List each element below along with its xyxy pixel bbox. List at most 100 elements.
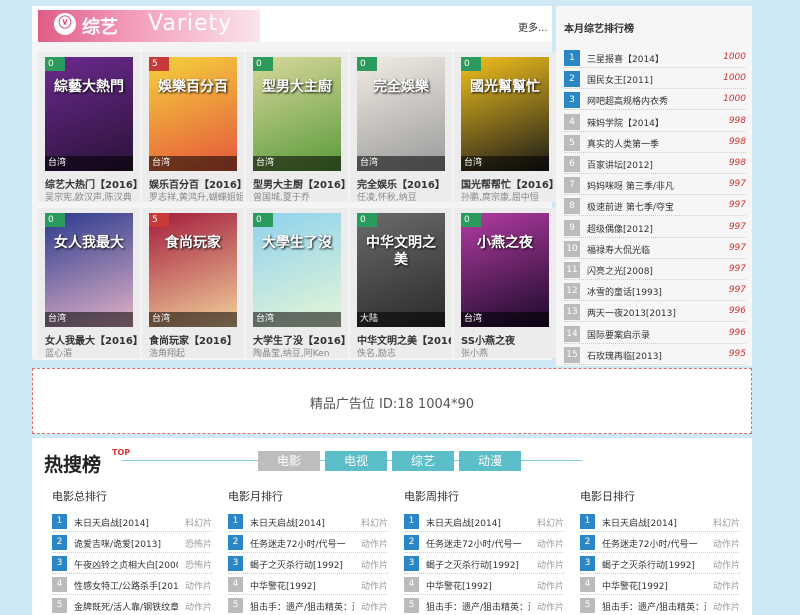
hot-item[interactable]: 3 蝎子之灭杀行动[1992] 动作片 [404, 554, 564, 574]
variety-card[interactable]: 大學生了沒 0 台湾 大学生了没【2016】 陶晶莹,纳豆,阿Ken [246, 208, 348, 359]
hot-item[interactable]: 4 性感女特工/公路杀手[2011] 动作片 [52, 575, 212, 595]
rank-name[interactable]: 妈妈咪呀 第三季/非凡 [587, 179, 707, 192]
rank-name[interactable]: 福禄寿大侃光临 [587, 243, 707, 256]
hot-item[interactable]: 4 中华警花[1992] 动作片 [404, 575, 564, 595]
hot-item-title[interactable]: 诡爱吉咪/诡爱[2013] [74, 537, 178, 550]
hot-item[interactable]: 1 末日天启战[2014] 科幻片 [228, 512, 388, 532]
hot-item-title[interactable]: 末日天启战[2014] [426, 516, 530, 529]
hot-item[interactable]: 5 狙击手：遗产/狙击精英：遗 动作片 [228, 596, 388, 615]
ranking-item[interactable]: 5 真实的人类第一季 998 [564, 133, 746, 153]
hot-item-title[interactable]: 蝎子之灭杀行动[1992] [250, 558, 354, 571]
ranking-item[interactable]: 13 两天一夜2013[2013] 996 [564, 302, 746, 323]
hot-item[interactable]: 1 末日天启战[2014] 科幻片 [404, 512, 564, 532]
hot-item[interactable]: 2 任务迷走72小时/代号一 动作片 [404, 533, 564, 553]
rank-name[interactable]: 网吧超高规格内衣秀 [587, 94, 707, 107]
rank-name[interactable]: 超级偶像[2012] [587, 222, 707, 235]
card-title[interactable]: 完全娱乐【2016】 [357, 176, 451, 191]
card-title[interactable]: 女人我最大【2016】 [45, 332, 139, 347]
poster-image[interactable]: 綜藝大熱門 0 台湾 [45, 57, 133, 171]
rank-name[interactable]: 三星报喜【2014】 [587, 52, 707, 65]
variety-card[interactable]: 型男大主廚 0 台湾 型男大主厨【2016】 曾国城,夏于乔 [246, 52, 348, 203]
rank-name[interactable]: 两天一夜2013[2013] [587, 306, 707, 319]
tab-tv[interactable]: 电视 [325, 451, 387, 471]
hot-item[interactable]: 2 任务迷走72小时/代号一 动作片 [228, 533, 388, 553]
card-title[interactable]: 综艺大热门【2016】 [45, 176, 139, 191]
card-title[interactable]: SS小燕之夜 [461, 332, 555, 347]
tab-movie[interactable]: 电影 [258, 451, 320, 471]
hot-item-title[interactable]: 午夜凶铃之贞相大白[2000] [74, 558, 178, 571]
ranking-item[interactable]: 7 妈妈咪呀 第三季/非凡 997 [564, 175, 746, 196]
ranking-item[interactable]: 8 极速前进 第七季/夺宝 997 [564, 196, 746, 217]
hot-item[interactable]: 1 末日天启战[2014] 科幻片 [580, 512, 740, 532]
poster-image[interactable]: 大學生了沒 0 台湾 [253, 213, 341, 327]
ranking-item[interactable]: 1 三星报喜【2014】 1000 [564, 48, 746, 68]
hot-item-title[interactable]: 蝎子之灭杀行动[1992] [602, 558, 706, 571]
hot-item-title[interactable]: 任务迷走72小时/代号一 [250, 537, 354, 550]
hot-item[interactable]: 3 蝎子之灭杀行动[1992] 动作片 [228, 554, 388, 574]
card-title[interactable]: 中华文明之美【2016】 [357, 332, 451, 347]
hot-item[interactable]: 4 中华警花[1992] 动作片 [580, 575, 740, 595]
ranking-item[interactable]: 4 辣妈学院【2014】 998 [564, 112, 746, 132]
hot-item[interactable]: 4 中华警花[1992] 动作片 [228, 575, 388, 595]
hot-item-title[interactable]: 中华警花[1992] [426, 579, 530, 592]
card-title[interactable]: 国光帮帮忙【2016】 [461, 176, 555, 191]
variety-card[interactable]: 綜藝大熱門 0 台湾 综艺大热门【2016】 吴宗宪,欧汉声,陈汉典 [38, 52, 140, 203]
ranking-item[interactable]: 6 百家讲坛[2012] 998 [564, 154, 746, 174]
variety-card[interactable]: 中华文明之美 0 大陆中华文明之美【2016】佚名,励志 [350, 208, 452, 359]
hot-item-title[interactable]: 中华警花[1992] [602, 579, 706, 592]
rank-name[interactable]: 辣妈学院【2014】 [587, 116, 707, 129]
ranking-item[interactable]: 3 网吧超高规格内衣秀 1000 [564, 90, 746, 111]
variety-card[interactable]: 國光幫幫忙 0 台湾 国光帮帮忙【2016】 孙鹏,庹宗康,屈中恒 [454, 52, 556, 203]
hot-item[interactable]: 3 蝎子之灭杀行动[1992] 动作片 [580, 554, 740, 574]
rank-name[interactable]: 真实的人类第一季 [587, 137, 707, 150]
variety-more-link[interactable]: 更多... [518, 19, 548, 34]
hot-item-title[interactable]: 蝎子之灭杀行动[1992] [426, 558, 530, 571]
variety-card[interactable]: 食尚玩家 5 台湾 食尚玩家【2016】 浩角翔起 [142, 208, 244, 359]
card-title[interactable]: 娱乐百分百【2016】 [149, 176, 243, 191]
hot-item[interactable]: 2 任务迷走72小时/代号一 动作片 [580, 533, 740, 553]
variety-card[interactable]: 娛樂百分百 5 台湾 娱乐百分百【2016】 罗志祥,黄鸿升,蝴蝶姐姐 [142, 52, 244, 203]
poster-image[interactable]: 完全娛樂 0 台湾 [357, 57, 445, 171]
hot-item-title[interactable]: 狙击手：遗产/狙击精英：遗 [602, 600, 706, 613]
hot-item[interactable]: 3 午夜凶铃之贞相大白[2000] 恐怖片 [52, 554, 212, 574]
hot-item[interactable]: 1 末日天启战[2014] 科幻片 [52, 512, 212, 532]
hot-item-title[interactable]: 狙击手：遗产/狙击精英：遗 [250, 600, 354, 613]
hot-item[interactable]: 2 诡爱吉咪/诡爱[2013] 恐怖片 [52, 533, 212, 553]
hot-item-title[interactable]: 末日天启战[2014] [250, 516, 354, 529]
hot-item-title[interactable]: 性感女特工/公路杀手[2011] [74, 579, 178, 592]
poster-image[interactable]: 小燕之夜 0 台湾 [461, 213, 549, 327]
poster-image[interactable]: 中华文明之美 0 大陆 [357, 213, 445, 327]
hot-item[interactable]: 5 狙击手：遗产/狙击精英：遗 动作片 [580, 596, 740, 615]
ranking-item[interactable]: 9 超级偶像[2012] 997 [564, 218, 746, 238]
poster-image[interactable]: 食尚玩家 5 台湾 [149, 213, 237, 327]
variety-card[interactable]: 完全娛樂 0 台湾 完全娱乐【2016】 任凌,怀秋,纳豆 [350, 52, 452, 203]
ad-banner[interactable]: 精品广告位 ID:18 1004*90 [32, 368, 752, 434]
hot-item-title[interactable]: 中华警花[1992] [250, 579, 354, 592]
hot-item-title[interactable]: 末日天启战[2014] [74, 516, 178, 529]
tab-variety[interactable]: 综艺 [392, 451, 454, 471]
ranking-item[interactable]: 10 福禄寿大侃光临 997 [564, 239, 746, 259]
poster-image[interactable]: 娛樂百分百 5 台湾 [149, 57, 237, 171]
card-title[interactable]: 大学生了没【2016】 [253, 332, 347, 347]
ranking-item[interactable]: 12 冰雪的童话[1993] 997 [564, 281, 746, 302]
ranking-item[interactable]: 14 国际要案启示录 996 [564, 324, 746, 344]
ranking-item[interactable]: 2 国民女王[2011] 1000 [564, 69, 746, 90]
rank-name[interactable]: 国际要案启示录 [587, 328, 707, 341]
rank-name[interactable]: 国民女王[2011] [587, 73, 707, 86]
rank-name[interactable]: 石玫瑰再临[2013] [587, 349, 707, 362]
poster-image[interactable]: 型男大主廚 0 台湾 [253, 57, 341, 171]
rank-name[interactable]: 百家讲坛[2012] [587, 158, 707, 171]
variety-card[interactable]: 女人我最大 0 台湾 女人我最大【2016】 蓝心湄 [38, 208, 140, 359]
poster-image[interactable]: 國光幫幫忙 0 台湾 [461, 57, 549, 171]
variety-card[interactable]: 小燕之夜 0 台湾 SS小燕之夜 张小燕 [454, 208, 556, 359]
ranking-item[interactable]: 11 闪亮之光[2008] 997 [564, 260, 746, 280]
rank-name[interactable]: 极速前进 第七季/夺宝 [587, 200, 707, 213]
hot-item-title[interactable]: 狙击手：遗产/狙击精英：遗 [426, 600, 530, 613]
card-title[interactable]: 型男大主厨【2016】 [253, 176, 347, 191]
rank-name[interactable]: 冰雪的童话[1993] [587, 285, 707, 298]
hot-item-title[interactable]: 末日天启战[2014] [602, 516, 706, 529]
card-title[interactable]: 食尚玩家【2016】 [149, 332, 243, 347]
hot-item[interactable]: 5 狙击手：遗产/狙击精英：遗 动作片 [404, 596, 564, 615]
hot-item-title[interactable]: 任务迷走72小时/代号一 [602, 537, 706, 550]
tab-anime[interactable]: 动漫 [459, 451, 521, 471]
